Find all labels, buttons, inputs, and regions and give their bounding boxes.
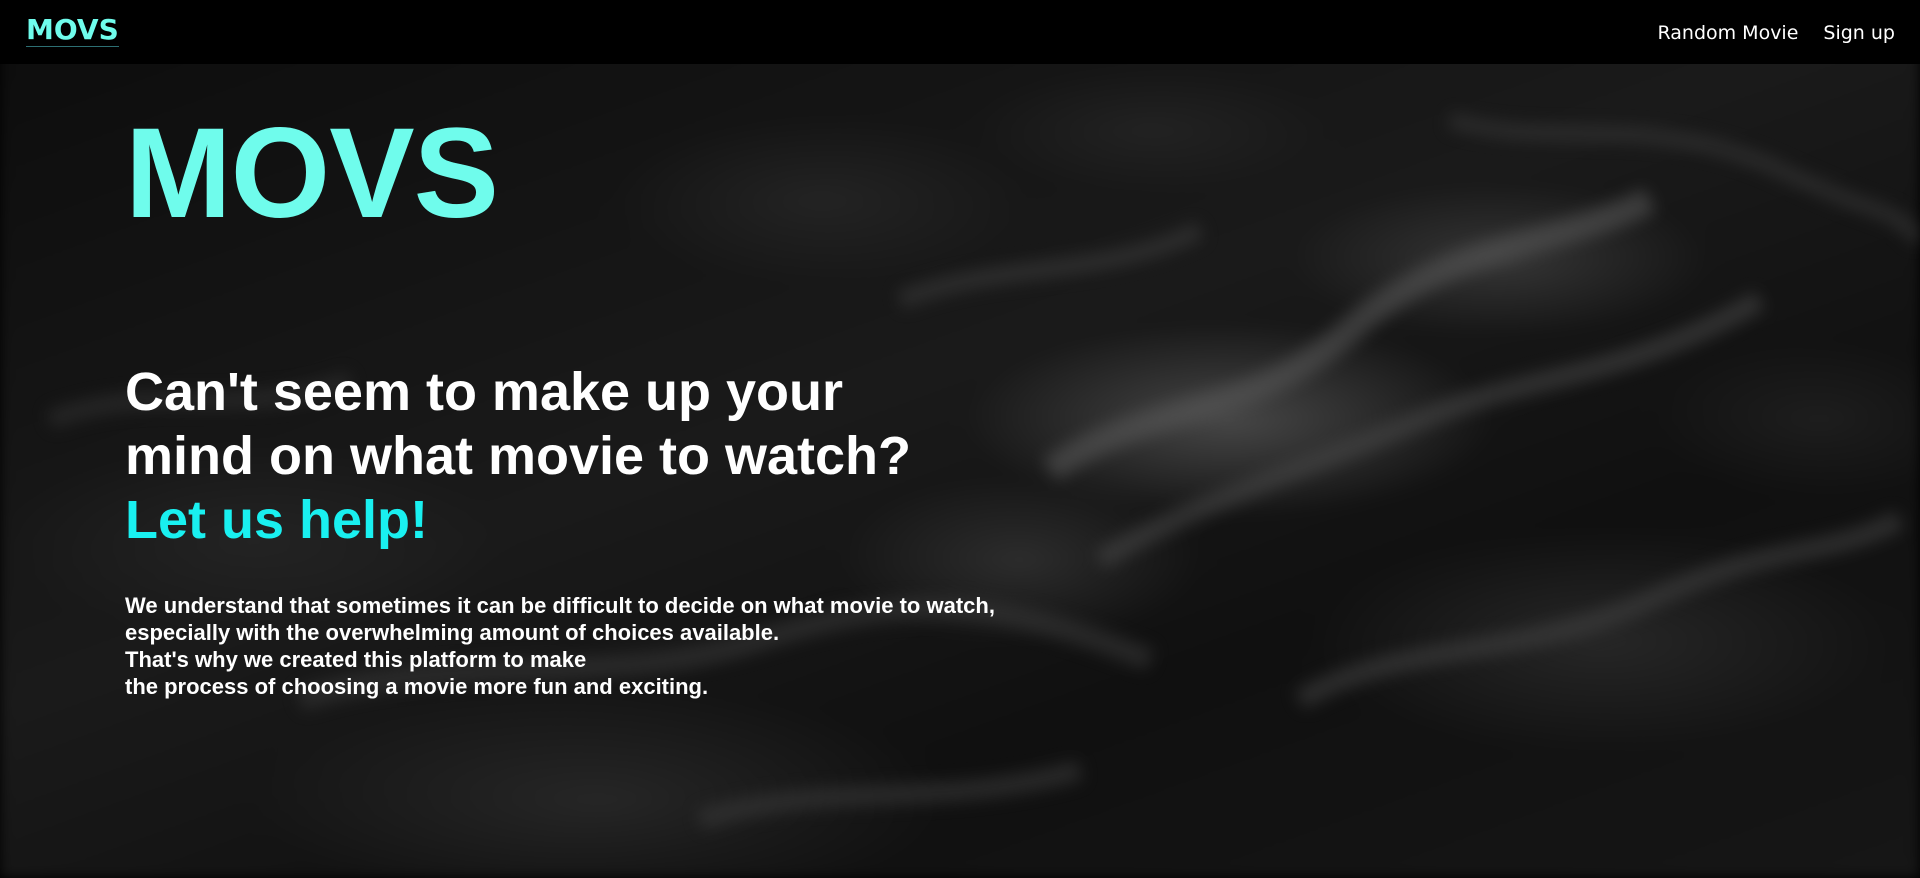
nav-links: Random Movie Sign up [1657,20,1895,46]
headline-line-2: mind on what movie to watch? [125,426,912,486]
description-line: the process of choosing a movie more fun… [125,674,709,699]
nav-link-sign-up[interactable]: Sign up [1823,20,1895,46]
description-line: especially with the overwhelming amount … [125,620,780,645]
headline-accent: Let us help! [125,490,429,550]
hero-description: We understand that sometimes it can be d… [125,592,1005,700]
nav-link-random-movie[interactable]: Random Movie [1657,20,1798,46]
hero-headline: Can't seem to make up your mind on what … [125,360,1025,552]
headline-line-1: Can't seem to make up your [125,362,844,422]
description-line: We understand that sometimes it can be d… [125,593,995,618]
nav-logo-link[interactable]: MOVS [26,14,119,47]
description-line: That's why we created this platform to m… [125,647,587,672]
hero-title: MOVS [125,102,499,245]
top-navbar: MOVS Random Movie Sign up [0,0,1920,64]
